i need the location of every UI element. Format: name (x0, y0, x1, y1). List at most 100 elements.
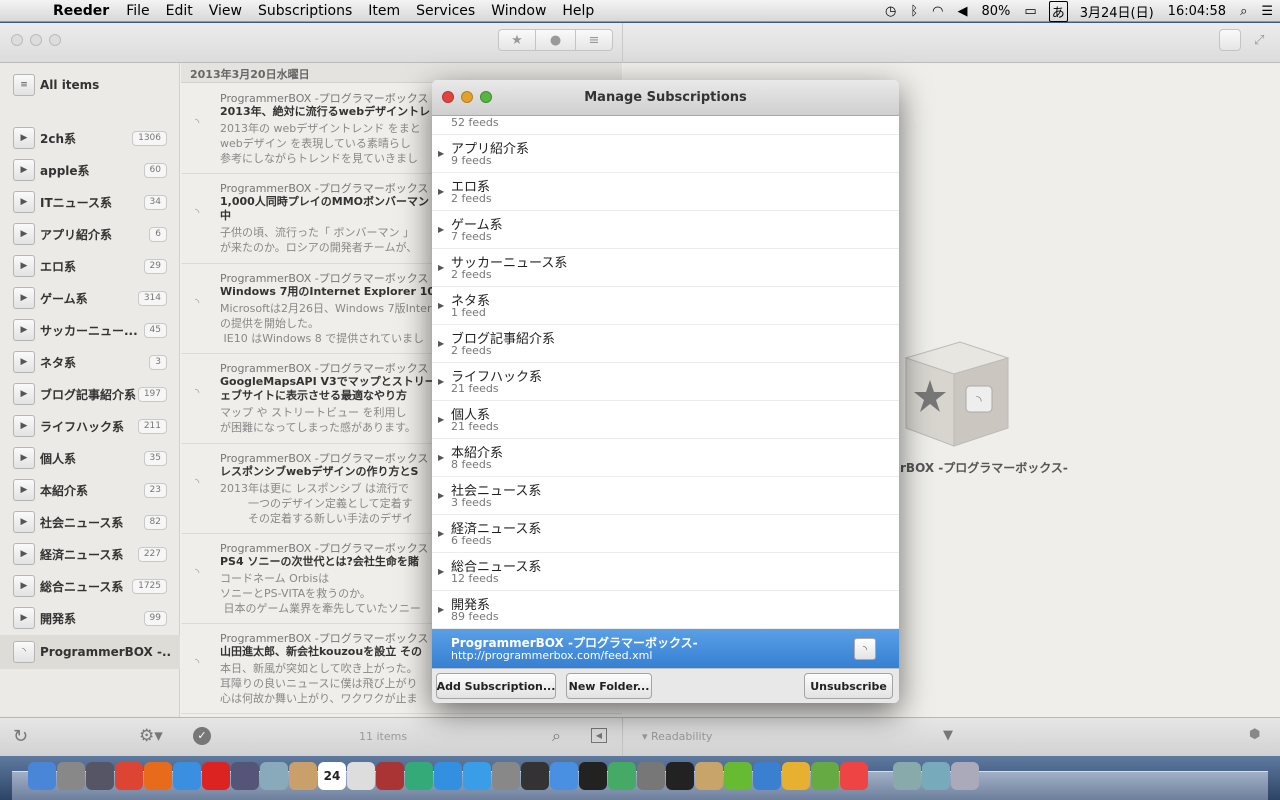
disclosure-triangle-icon[interactable]: ▶ (13, 223, 35, 245)
dock-leaf-icon[interactable] (724, 762, 752, 790)
dock-package-icon[interactable] (695, 762, 723, 790)
dock-safari-icon[interactable] (173, 762, 201, 790)
disclosure-triangle-icon[interactable]: ▶ (438, 263, 444, 272)
sidebar-folder[interactable]: ▶ 本紹介系 23 (0, 474, 180, 506)
menu-edit[interactable]: Edit (158, 3, 201, 19)
disclosure-triangle-icon[interactable]: ▶ (13, 127, 35, 149)
disclosure-triangle-icon[interactable]: ▶ (13, 479, 35, 501)
disclosure-triangle-icon[interactable]: ▶ (438, 567, 444, 576)
sidebar-folder[interactable]: ▶ 2ch系 1306 (0, 122, 180, 154)
folder-row[interactable]: ▶ 個人系 21 feeds (432, 401, 899, 439)
disclosure-triangle-icon[interactable]: ▶ (13, 607, 35, 629)
disclosure-triangle-icon[interactable]: ▶ (438, 453, 444, 462)
menu-view[interactable]: View (201, 3, 250, 19)
folder-row-partial[interactable]: 52 feeds (432, 116, 899, 135)
sidebar-folder[interactable]: ▶ ネタ系 3 (0, 346, 180, 378)
disclosure-triangle-icon[interactable]: ▶ (13, 191, 35, 213)
dock-chrome-icon[interactable] (115, 762, 143, 790)
readability-button[interactable]: ▾ Readability (642, 730, 712, 743)
dock-itunes-icon[interactable] (434, 762, 462, 790)
cube-icon[interactable]: ⬢ (1249, 727, 1260, 742)
notification-center-icon[interactable]: ☰ (1254, 4, 1280, 19)
sidebar-folder[interactable]: ▶ 総合ニュース系 1725 (0, 570, 180, 602)
dock-x11-icon[interactable] (608, 762, 636, 790)
disclosure-triangle-icon[interactable]: ▶ (438, 415, 444, 424)
dock-xcode-icon[interactable] (753, 762, 781, 790)
dock-pocket-icon[interactable] (840, 762, 868, 790)
menu-window[interactable]: Window (483, 3, 554, 19)
dock-automator-icon[interactable] (637, 762, 665, 790)
menu-app-name[interactable]: Reeder (44, 3, 118, 19)
sidebar-folder[interactable]: ▶ アプリ紹介系 6 (0, 218, 180, 250)
wifi-icon[interactable]: ◠ (925, 4, 950, 19)
gear-icon[interactable]: ⚙▾ (139, 726, 163, 746)
input-method-icon[interactable]: あ (1048, 0, 1068, 22)
disclosure-triangle-icon[interactable]: ▶ (438, 377, 444, 386)
sidebar-folder[interactable]: ▶ ゲーム系 314 (0, 282, 180, 314)
unsubscribe-button[interactable]: Unsubscribe (804, 673, 893, 699)
sidebar-folder[interactable]: ▶ ブログ記事紹介系 197 (0, 378, 180, 410)
disclosure-triangle-icon[interactable]: ▶ (13, 447, 35, 469)
minimize-dialog-button[interactable] (461, 91, 473, 103)
dock-opera-icon[interactable] (202, 762, 230, 790)
sidebar-folder[interactable]: ▶ サッカーニュー... 45 (0, 314, 180, 346)
dock-network-icon[interactable] (231, 762, 259, 790)
sidebar-folder[interactable]: ▶ 社会ニュース系 82 (0, 506, 180, 538)
dock-contacts-icon[interactable] (289, 762, 317, 790)
folder-row[interactable]: ▶ 本紹介系 8 feeds (432, 439, 899, 477)
menu-help[interactable]: Help (554, 3, 602, 19)
dock-mission-control-icon[interactable] (86, 762, 114, 790)
sidebar-item-selected-feed[interactable]: ◝ ProgrammerBOX -... (0, 635, 180, 669)
disclosure-triangle-icon[interactable]: ▶ (13, 255, 35, 277)
dock-downloads-icon[interactable] (922, 762, 950, 790)
menu-time[interactable]: 16:04:58 (1161, 4, 1233, 19)
disclosure-triangle-icon[interactable]: ▶ (13, 415, 35, 437)
close-dialog-button[interactable] (442, 91, 454, 103)
volume-icon[interactable]: ◀ (950, 4, 974, 19)
folder-row[interactable]: ▶ ゲーム系 7 feeds (432, 211, 899, 249)
filter-unread-button[interactable]: ● (535, 29, 576, 51)
menu-item[interactable]: Item (360, 3, 408, 19)
disclosure-triangle-icon[interactable]: ▶ (438, 301, 444, 310)
folder-row[interactable]: ▶ 社会ニュース系 3 feeds (432, 477, 899, 515)
folder-row[interactable]: ▶ ブログ記事紹介系 2 feeds (432, 325, 899, 363)
battery-percent[interactable]: 80% (974, 4, 1017, 19)
disclosure-triangle-icon[interactable]: ▶ (13, 287, 35, 309)
time-machine-icon[interactable]: ◷ (878, 4, 903, 19)
fullscreen-icon[interactable]: ⤢ (1254, 33, 1264, 48)
close-window-button[interactable] (11, 34, 23, 46)
dock-textedit-icon[interactable] (347, 762, 375, 790)
mark-all-read-icon[interactable]: ✓ (193, 727, 211, 745)
folder-row[interactable]: ▶ アプリ紹介系 9 feeds (432, 135, 899, 173)
dock-activity-monitor-icon[interactable] (666, 762, 694, 790)
sidebar-folder[interactable]: ▶ apple系 60 (0, 154, 180, 186)
disclosure-triangle-icon[interactable]: ▶ (13, 319, 35, 341)
zoom-dialog-button[interactable] (480, 91, 492, 103)
search-icon[interactable]: ⌕ (552, 726, 561, 746)
menu-services[interactable]: Services (408, 3, 483, 19)
disclosure-triangle-icon[interactable]: ▶ (13, 351, 35, 373)
folder-row[interactable]: ▶ 経済ニュース系 6 feeds (432, 515, 899, 553)
new-folder-button[interactable]: New Folder... (566, 673, 652, 699)
dock-sketch-icon[interactable] (782, 762, 810, 790)
bluetooth-icon[interactable]: ᛒ (903, 4, 925, 19)
filter-starred-button[interactable]: ★ (498, 29, 536, 51)
dock-photo-booth-icon[interactable] (376, 762, 404, 790)
dock-preview-icon[interactable] (260, 762, 288, 790)
sidebar-folder[interactable]: ▶ エロ系 29 (0, 250, 180, 282)
disclosure-triangle-icon[interactable]: ▶ (13, 575, 35, 597)
dock-iphoto-icon[interactable] (405, 762, 433, 790)
rss-icon[interactable]: ◝ (854, 638, 876, 660)
minimize-window-button[interactable] (30, 34, 42, 46)
dock-calendar-icon[interactable]: 24 (318, 762, 346, 790)
disclosure-triangle-icon[interactable]: ▶ (13, 159, 35, 181)
folder-row[interactable]: ▶ 総合ニュース系 12 feeds (432, 553, 899, 591)
menu-file[interactable]: File (118, 3, 157, 19)
collapse-pane-icon[interactable]: ◀ (591, 728, 607, 743)
dock-folder-icon[interactable] (893, 762, 921, 790)
add-subscription-button[interactable]: Add Subscription... (436, 673, 556, 699)
disclosure-triangle-icon[interactable]: ▶ (438, 187, 444, 196)
battery-icon[interactable]: ▭ (1017, 4, 1043, 19)
menu-subscriptions[interactable]: Subscriptions (250, 3, 360, 19)
dock-steam-icon[interactable] (521, 762, 549, 790)
